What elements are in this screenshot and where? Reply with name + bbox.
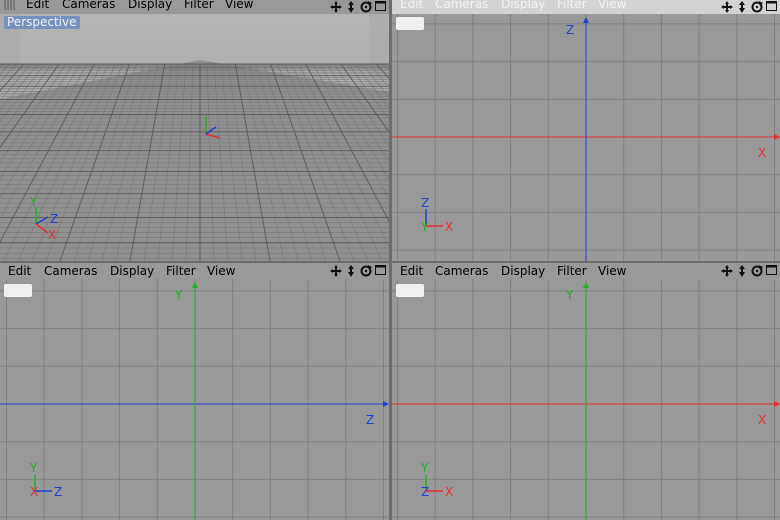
gizmo-y-label: Y [29,195,38,209]
viewport-label-top[interactable] [396,17,424,30]
viewport-top[interactable]: Edit Cameras Display Filter View X Z Z X [392,0,780,261]
move-icon[interactable] [720,0,734,14]
canvas-front[interactable]: Z Y Y Z X [0,279,389,520]
rotate-icon[interactable] [359,0,373,14]
canvas-right[interactable]: X Y Y X Z [392,279,780,520]
menu-cameras[interactable]: Cameras [435,0,488,11]
menubar-right: Edit Cameras Display Filter View [392,263,780,278]
move-icon[interactable] [329,264,343,278]
axis-label-horizontal: X [758,413,766,427]
axis-gizmo: Y Z X [29,461,62,499]
gizmo-z-label: Z [421,196,429,210]
gizmo-z-label: Z [421,485,429,499]
viewport-tools [720,264,780,278]
menu-filter[interactable]: Filter [557,0,587,11]
axis-label-vertical: Y [174,288,183,302]
menu-edit[interactable]: Edit [400,264,423,278]
viewport-perspective[interactable]: Edit Cameras Display Filter View Y Z X P… [0,0,389,261]
menu-display[interactable]: Display [110,264,154,278]
gizmo-y-label: Y [420,220,429,234]
maximize-icon[interactable] [375,264,387,276]
rotate-icon[interactable] [750,264,764,278]
menu-view[interactable]: View [225,0,253,11]
axis-gizmo: Z X Y [420,196,453,234]
menubar-perspective: Edit Cameras Display Filter View [0,0,389,14]
gizmo-x-label: X [445,220,453,234]
gizmo-x-label: X [48,228,56,242]
move-icon[interactable] [720,264,734,278]
zoom-icon[interactable] [344,264,358,278]
viewport-right[interactable]: Edit Cameras Display Filter View X Y Y X [392,263,780,520]
gizmo-x-label: X [445,485,453,499]
menu-display[interactable]: Display [128,0,172,11]
menu-display[interactable]: Display [501,0,545,11]
menu-edit[interactable]: Edit [8,264,31,278]
axis-label-horizontal: Z [366,413,374,427]
axis-label-vertical: Z [566,23,574,37]
menu-view[interactable]: View [598,0,626,11]
gizmo-z-label: Z [54,485,62,499]
maximize-icon[interactable] [766,0,778,12]
menu-filter[interactable]: Filter [557,264,587,278]
viewport-label-right[interactable] [396,284,424,297]
viewport-front[interactable]: Edit Cameras Display Filter View Z Y Y Z [0,263,389,520]
menu-edit[interactable]: Edit [400,0,423,11]
menu-filter[interactable]: Filter [184,0,214,11]
menu-view[interactable]: View [207,264,235,278]
viewport-tools [329,0,389,14]
axis-label-horizontal: X [758,146,766,160]
gizmo-x-label: X [30,485,38,499]
zoom-icon[interactable] [735,0,749,14]
zoom-icon[interactable] [344,0,358,14]
viewport-tools [720,0,780,14]
menu-cameras[interactable]: Cameras [44,264,97,278]
menu-filter[interactable]: Filter [166,264,196,278]
gizmo-z-label: Z [50,212,58,226]
move-icon[interactable] [329,0,343,14]
viewport-label-front[interactable] [4,284,32,297]
viewport-tools [329,264,389,278]
canvas-perspective[interactable]: Y Z X Perspective [0,14,389,261]
menu-edit[interactable]: Edit [26,0,49,11]
menu-view[interactable]: View [598,264,626,278]
viewport-label-perspective[interactable]: Perspective [4,16,80,29]
grip-icon[interactable] [4,0,16,10]
gizmo-y-label: Y [420,461,429,475]
axis-label-vertical: Y [565,288,574,302]
axis-gizmo: Y X Z [420,461,453,499]
menubar-front: Edit Cameras Display Filter View [0,263,389,278]
rotate-icon[interactable] [359,264,373,278]
zoom-icon[interactable] [735,264,749,278]
menu-display[interactable]: Display [501,264,545,278]
maximize-icon[interactable] [766,264,778,276]
canvas-top[interactable]: X Z Z X Y [392,14,780,261]
menubar-top: Edit Cameras Display Filter View [392,0,780,14]
menu-cameras[interactable]: Cameras [62,0,115,11]
rotate-icon[interactable] [750,0,764,14]
maximize-icon[interactable] [375,0,387,12]
gizmo-y-label: Y [29,461,38,475]
menu-cameras[interactable]: Cameras [435,264,488,278]
